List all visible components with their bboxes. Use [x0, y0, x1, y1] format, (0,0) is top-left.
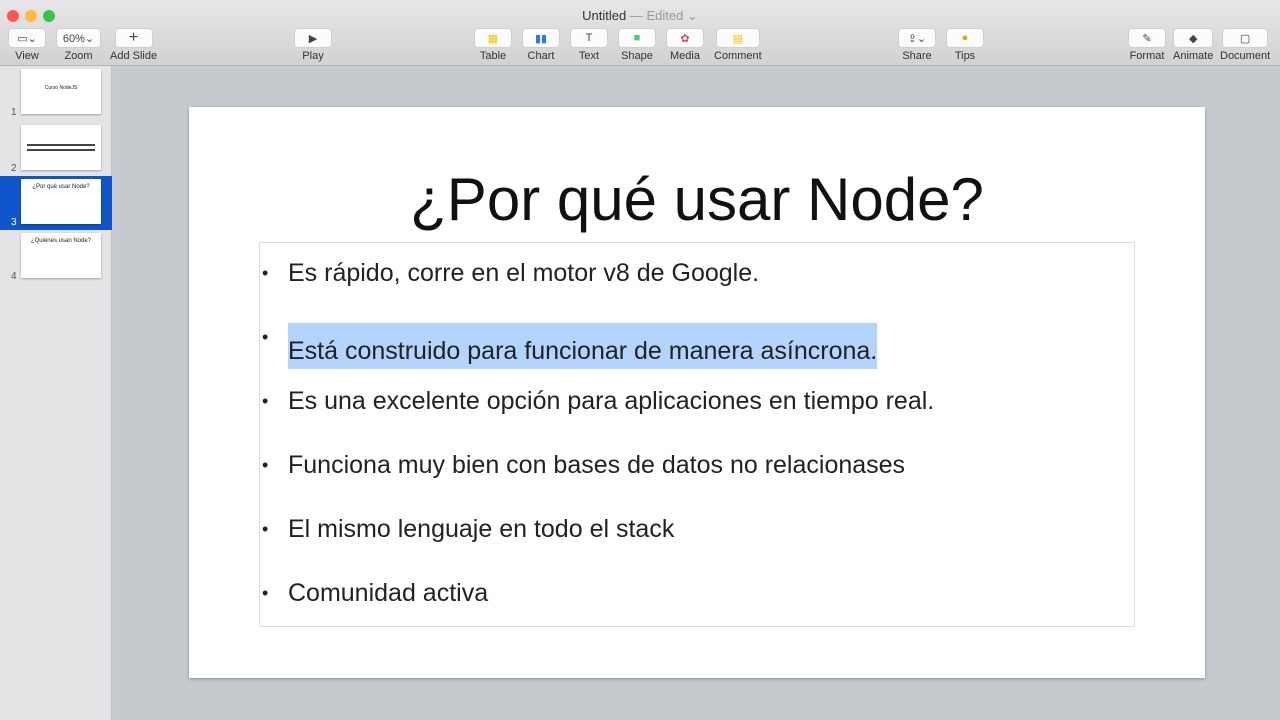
zoom-button[interactable]: 60%⌄ Zoom — [56, 28, 101, 62]
label: Media — [670, 50, 700, 62]
add-slide-button[interactable]: + Add Slide — [110, 28, 157, 62]
comment-button[interactable]: ▤ Comment — [714, 28, 762, 62]
slide-number: 3 — [11, 217, 17, 228]
tips-icon: ● — [946, 28, 984, 48]
bullet-icon: • — [262, 263, 269, 283]
label: Animate — [1173, 50, 1214, 62]
plus-icon: + — [114, 28, 153, 48]
slide-thumbnail-2[interactable]: 2 — [0, 122, 112, 176]
share-icon: ⇪⌄ — [898, 28, 936, 48]
paintbrush-icon: ✎ — [1128, 28, 1166, 48]
slide-thumbnail-4[interactable]: ¿Quiénes usan Node? 4 — [0, 230, 112, 284]
slide-number: 4 — [11, 271, 17, 282]
text-icon: T — [570, 28, 608, 48]
label: Table — [479, 50, 507, 62]
label: Zoom — [64, 50, 93, 62]
bullet-text: Funciona muy bien con bases de datos no … — [288, 451, 906, 479]
toolbar: Untitled — Edited ⌄ ▭⌄ View 60%⌄ Zoom + Add… — [0, 0, 1280, 66]
slide-title[interactable]: ¿Por qué usar Node? — [189, 165, 1205, 234]
thumb-title: ¿Por qué usar Node? — [21, 179, 101, 224]
label: Comment — [714, 50, 762, 62]
edited-status: — Edited ⌄ — [629, 8, 698, 23]
bullet-icon: • — [262, 455, 269, 475]
slide-number: 2 — [11, 163, 17, 174]
table-button[interactable]: ▦ Table — [474, 28, 512, 62]
zoom-value: 60%⌄ — [56, 28, 101, 48]
shape-button[interactable]: ■ Shape — [618, 28, 656, 62]
thumb-title: ¿Quiénes usan Node? — [21, 233, 101, 278]
label: View — [15, 50, 39, 62]
bullet-text: Es rápido, corre en el motor v8 de Googl… — [288, 259, 760, 287]
document-icon: ▢ — [1222, 28, 1269, 48]
label: Add Slide — [110, 50, 158, 62]
bullet-icon: • — [262, 327, 269, 347]
thumb-content — [21, 125, 101, 170]
label: Text — [578, 50, 600, 62]
slide[interactable]: ¿Por qué usar Node? • Es rápido, corre en… — [189, 107, 1205, 678]
label: Chart — [527, 50, 555, 62]
bullet-icon: • — [262, 391, 269, 411]
play-button[interactable]: ▶ Play — [294, 28, 332, 62]
bullet-icon: • — [262, 583, 269, 603]
label: Tips — [954, 50, 976, 62]
label: Share — [902, 50, 932, 62]
share-button[interactable]: ⇪⌄ Share — [898, 28, 936, 62]
text-button[interactable]: T Text — [570, 28, 608, 62]
animate-button[interactable]: ◆ Animate — [1173, 28, 1213, 62]
view-button[interactable]: ▭⌄ View — [8, 28, 46, 62]
thumb-title: Curso NodeJS — [21, 69, 101, 114]
bullet-text-box[interactable]: • Es rápido, corre en el motor v8 de Goog… — [259, 242, 1135, 627]
slide-canvas: ¿Por qué usar Node? • Es rápido, corre en… — [113, 66, 1280, 720]
media-button[interactable]: ✿ Media — [666, 28, 704, 62]
format-button[interactable]: ✎ Format — [1128, 28, 1166, 62]
bullet-text: Es una excelente opción para aplicacione… — [288, 387, 935, 415]
bullet-text: Comunidad activa — [288, 579, 489, 607]
slide-thumbnail-1[interactable]: Curso NodeJS 1 — [0, 66, 112, 120]
comment-icon: ▤ — [715, 28, 760, 48]
chart-button[interactable]: ▮▮ Chart — [522, 28, 560, 62]
table-icon: ▦ — [474, 28, 512, 48]
label: Shape — [621, 50, 653, 62]
tips-button[interactable]: ● Tips — [946, 28, 984, 62]
document-button[interactable]: ▢ Document — [1220, 28, 1270, 62]
slide-number: 1 — [11, 107, 17, 118]
selected-bullet-text: Está construido para funcionar de manera… — [288, 323, 878, 369]
shape-icon: ■ — [618, 28, 656, 48]
animate-icon: ◆ — [1173, 28, 1214, 48]
bullet-icon: • — [262, 519, 269, 539]
sidebar-icon: ▭⌄ — [8, 28, 46, 48]
slide-navigator: Curso NodeJS 1 2 ¿Por qué usar Node? 3 ¿Qu… — [0, 66, 112, 720]
label: Format — [1129, 50, 1165, 62]
window-title: Untitled — Edited ⌄ — [0, 8, 1280, 24]
play-icon: ▶ — [294, 28, 332, 48]
media-icon: ✿ — [666, 28, 704, 48]
bullet-text: El mismo lenguaje en todo el stack — [288, 515, 675, 543]
chart-icon: ▮▮ — [522, 28, 560, 48]
title-text: Untitled — [582, 8, 627, 23]
slide-thumbnail-3[interactable]: ¿Por qué usar Node? 3 — [0, 176, 112, 230]
label: Document — [1220, 50, 1271, 62]
label: Play — [302, 50, 324, 62]
